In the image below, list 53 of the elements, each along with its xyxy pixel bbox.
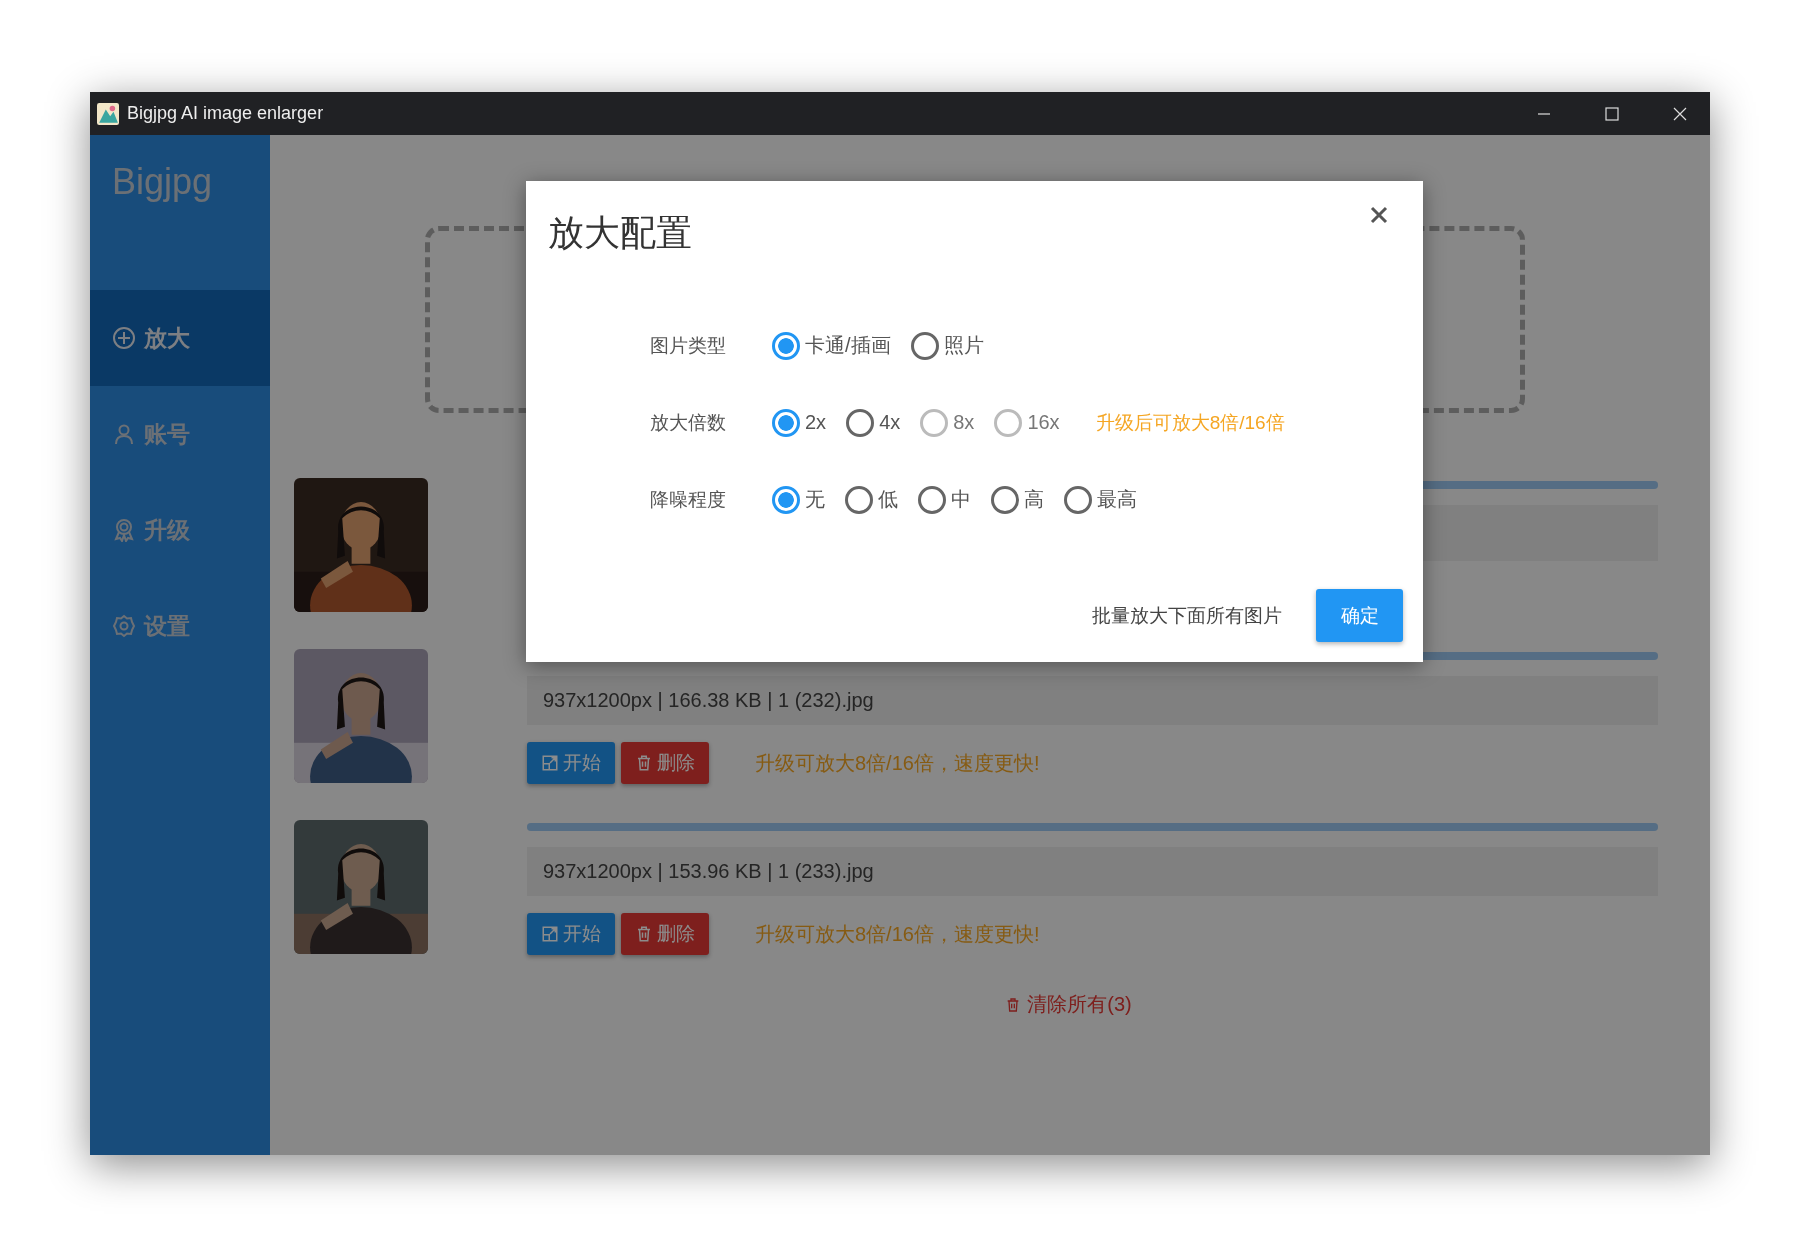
expand-icon [541, 754, 559, 772]
window-title: Bigjpg AI image enlarger [127, 103, 324, 124]
file-info: 937x1200px | 153.96 KB | 1 (233).jpg [527, 847, 1658, 896]
file-info: 937x1200px | 166.38 KB | 1 (232).jpg [527, 676, 1658, 725]
upgrade-note: 升级可放大8倍/16倍，速度更快! [755, 921, 1040, 947]
radio-button[interactable] [845, 485, 873, 514]
upgrade-note: 升级后可放大8倍/16倍 [1095, 410, 1285, 435]
option-label: 高 [1024, 487, 1044, 512]
option-label: 中 [951, 487, 971, 512]
batch-label[interactable]: 批量放大下面所有图片 [1092, 602, 1282, 629]
radio-button[interactable] [918, 485, 946, 514]
option-label: 照片 [943, 333, 984, 358]
app-icon [97, 102, 119, 125]
sidebar-item[interactable]: 设置 [90, 578, 270, 674]
confirm-button[interactable]: 确定 [1316, 589, 1403, 642]
sidebar-item[interactable]: 账号 [90, 386, 270, 482]
close-icon[interactable] [1369, 205, 1389, 225]
radio-button[interactable] [846, 408, 875, 437]
field-label: 放大倍数 [650, 410, 727, 435]
person-icon [112, 422, 136, 446]
field-label: 图片类型 [650, 333, 727, 358]
trash-icon [635, 754, 653, 772]
sidebar-item[interactable]: 升级 [90, 482, 270, 578]
option-label: 16x [1027, 411, 1060, 434]
settings-icon [112, 614, 136, 638]
option-label: 最高 [1097, 487, 1137, 512]
maximize-icon[interactable] [1604, 105, 1620, 122]
upgrade-note: 升级可放大8倍/16倍，速度更快! [755, 750, 1040, 776]
option-label: 8x [953, 411, 975, 434]
award-icon [112, 518, 136, 542]
option-label: 卡通/插画 [805, 333, 891, 358]
expand-icon [541, 925, 559, 943]
option-label: 4x [879, 411, 901, 434]
option-label: 低 [878, 487, 898, 512]
sidebar-item[interactable]: 放大 [90, 290, 270, 386]
delete-button[interactable]: 删除 [621, 913, 709, 955]
start-button[interactable]: 开始 [527, 913, 615, 955]
radio-button[interactable] [910, 331, 939, 360]
dialog-title: 放大配置 [548, 211, 692, 255]
plus-circle-icon [112, 326, 136, 350]
start-button[interactable]: 开始 [527, 742, 615, 784]
option-label: 2x [805, 411, 827, 434]
radio-button[interactable] [1064, 485, 1092, 514]
trash-icon [635, 925, 653, 943]
option-label: 无 [805, 487, 825, 512]
delete-button[interactable]: 删除 [621, 742, 709, 784]
radio-button[interactable] [772, 331, 800, 360]
clear-all-link[interactable]: 清除所有(3) [1005, 991, 1132, 1018]
radio-button[interactable] [772, 485, 800, 514]
field-label: 降噪程度 [650, 487, 727, 512]
app-logo: Bigjpg [111, 160, 214, 204]
radio-button[interactable] [991, 485, 1019, 514]
radio-button[interactable] [772, 408, 800, 437]
